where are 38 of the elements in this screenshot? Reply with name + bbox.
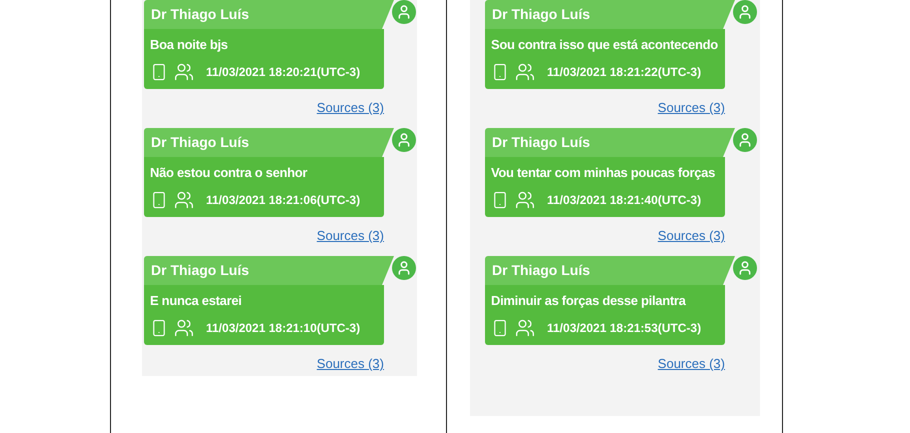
sources-link[interactable]: Sources (3): [316, 98, 384, 118]
people-icon: [515, 190, 535, 210]
message-text: Sou contra isso que está acontecendo: [491, 36, 719, 54]
phone-icon: [150, 190, 168, 210]
people-icon: [174, 318, 194, 338]
people-icon: [515, 318, 535, 338]
timestamp: 11/03/2021 18:21:53(UTC-3): [547, 320, 702, 337]
sender-name: Dr Thiago Luís: [485, 128, 735, 157]
timestamp: 11/03/2021 18:21:10(UTC-3): [206, 320, 360, 337]
phone-icon: [491, 190, 509, 210]
sender-name: Dr Thiago Luís: [485, 0, 735, 29]
timestamp: 11/03/2021 18:21:06(UTC-3): [206, 192, 360, 209]
phone-icon: [150, 318, 168, 338]
timestamp: 11/03/2021 18:21:22(UTC-3): [547, 64, 702, 81]
sender-name: Dr Thiago Luís: [485, 256, 735, 285]
avatar-icon: [733, 128, 757, 152]
sources-link[interactable]: Sources (3): [658, 354, 725, 374]
timestamp: 11/03/2021 18:20:21(UTC-3): [206, 64, 360, 81]
message-text: E nunca estarei: [150, 292, 243, 310]
sender-name: Dr Thiago Luís: [144, 256, 394, 285]
phone-icon: [491, 62, 509, 82]
message-text: Vou tentar com minhas poucas forças: [491, 164, 716, 182]
sender-name: Dr Thiago Luís: [144, 0, 394, 29]
message-text: Não estou contra o senhor: [150, 164, 308, 182]
sources-link[interactable]: Sources (3): [316, 226, 384, 246]
sender-name: Dr Thiago Luís: [144, 128, 394, 157]
sources-link[interactable]: Sources (3): [658, 98, 725, 118]
sources-link[interactable]: Sources (3): [316, 354, 384, 374]
message-text: Diminuir as forças desse pilantra: [491, 292, 687, 310]
phone-icon: [150, 62, 168, 82]
message-text: Boa noite bjs: [150, 36, 229, 54]
people-icon: [515, 62, 535, 82]
timestamp: 11/03/2021 18:21:40(UTC-3): [547, 192, 702, 209]
people-icon: [174, 190, 194, 210]
avatar-icon: [733, 256, 757, 280]
people-icon: [174, 62, 194, 82]
phone-icon: [491, 318, 509, 338]
sources-link[interactable]: Sources (3): [658, 226, 725, 246]
